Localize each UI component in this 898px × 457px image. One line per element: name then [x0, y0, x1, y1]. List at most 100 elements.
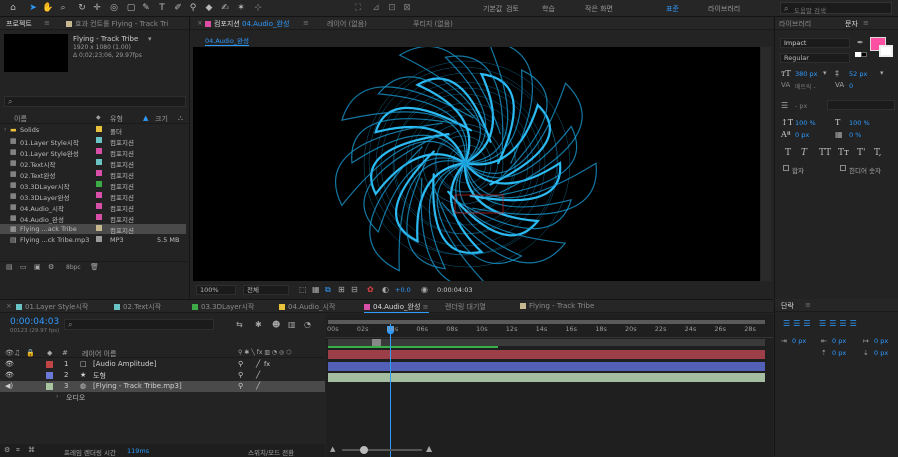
tab-paragraph[interactable]: 단락: [781, 301, 794, 311]
layer-name[interactable]: [Audio Amplitude]: [93, 360, 156, 368]
kerning-value[interactable]: 메트릭 -: [795, 82, 816, 91]
label-color-swatch[interactable]: [96, 148, 102, 154]
zoom-in-icon[interactable]: ▲: [426, 444, 432, 453]
current-time-indicator[interactable]: [390, 324, 391, 457]
layer-switches-icon[interactable]: ⚙: [4, 446, 10, 454]
pen-tool-icon[interactable]: ✎: [140, 2, 152, 14]
region-of-interest-icon[interactable]: ⬚: [299, 285, 307, 294]
superscript-button[interactable]: T': [857, 148, 865, 158]
snap-edges-icon[interactable]: ⊠: [401, 2, 413, 14]
column-layer-name[interactable]: 레이어 이름: [82, 349, 116, 359]
work-area-bar[interactable]: [328, 339, 765, 346]
zoom-thumb[interactable]: [360, 446, 368, 454]
frame-blending-icon[interactable]: ▥: [288, 320, 296, 329]
default-black-swatch[interactable]: [861, 52, 867, 57]
project-item[interactable]: ▦ 02.Text시작 컴포지션: [0, 158, 186, 169]
project-item[interactable]: ▦ 01.Layer Style완성 컴포지션: [0, 147, 186, 158]
chevron-down-icon[interactable]: ▾: [880, 69, 884, 77]
column-name[interactable]: 이름: [14, 114, 27, 124]
audio-toggle-icon[interactable]: ◀): [5, 382, 13, 390]
mask-visibility-icon[interactable]: ⧉: [325, 285, 331, 295]
hand-tool-icon[interactable]: ✋: [42, 2, 54, 14]
project-item[interactable]: ▦ 04.Audio_완성 컴포지션: [0, 213, 186, 224]
label-color-swatch[interactable]: [96, 236, 102, 242]
transparency-grid-icon[interactable]: ▦: [312, 285, 320, 294]
timeline-tab[interactable]: Flying - Track Tribe: [520, 302, 594, 310]
label-color-swatch[interactable]: [96, 126, 102, 132]
panel-menu-icon[interactable]: ≡: [303, 19, 309, 27]
viewer-scrollbar[interactable]: [761, 47, 771, 281]
align-buttons[interactable]: ☰☰☰ ☰☰☰☰: [783, 319, 860, 328]
new-folder-icon[interactable]: ▭: [20, 263, 27, 271]
layer-label-swatch[interactable]: [46, 383, 53, 390]
column-size[interactable]: 크기: [155, 114, 168, 124]
chevron-down-icon[interactable]: ▾: [148, 35, 152, 43]
snapshot-icon[interactable]: ⊟: [351, 285, 358, 294]
comp-mini-flowchart-icon[interactable]: ⇆: [236, 320, 243, 329]
exposure-value[interactable]: +0.0: [395, 286, 411, 294]
workspace-standard[interactable]: 표준: [666, 4, 679, 14]
panel-menu-icon[interactable]: ≡: [805, 301, 811, 309]
tab-layer[interactable]: 레이어 (없음): [327, 19, 367, 29]
font-family-select[interactable]: Impact: [780, 38, 850, 48]
resolution-select[interactable]: 전체: [243, 285, 289, 295]
audio-property-group[interactable]: › 오디오: [0, 392, 325, 403]
panel-menu-icon[interactable]: ≡: [863, 19, 869, 27]
flowchart-icon[interactable]: ⛬: [178, 114, 183, 123]
vertical-scale-value[interactable]: 100 %: [795, 119, 816, 127]
subscript-button[interactable]: T,: [874, 148, 882, 158]
label-color-swatch[interactable]: [96, 214, 102, 220]
faux-bold-button[interactable]: T: [785, 148, 791, 158]
transfer-controls-icon[interactable]: ⌗: [16, 446, 20, 455]
project-item[interactable]: ▦ 03.3DLayer완성 컴포지션: [0, 191, 186, 202]
exposure-icon[interactable]: ◐: [382, 285, 389, 294]
zoom-tool-icon[interactable]: ⌕: [57, 2, 69, 14]
layer-name[interactable]: [Flying - Track Tribe.mp3]: [93, 382, 182, 390]
local-axis-mode-icon[interactable]: ⊹: [252, 2, 264, 14]
expand-arrow-icon[interactable]: ›: [4, 126, 6, 133]
workspace-small-screen[interactable]: 작은 화면: [585, 4, 613, 14]
shy-icon[interactable]: ⚲: [238, 382, 243, 390]
shy-icon[interactable]: ⚲: [238, 371, 243, 379]
timeline-tab[interactable]: 렌더링 대기열: [445, 302, 486, 312]
clone-stamp-tool-icon[interactable]: ⚲: [187, 2, 199, 14]
label-color-swatch[interactable]: [96, 170, 102, 176]
eye-icon[interactable]: 👁: [5, 371, 14, 379]
tab-composition[interactable]: 컴포지션 04.Audio_완성: [205, 19, 289, 29]
type-tool-icon[interactable]: T: [156, 2, 168, 14]
tracking-value[interactable]: 0: [849, 82, 853, 90]
layer-row[interactable]: 👁 2 ★ 도형 ⚲ ╱: [0, 370, 325, 381]
layer-label-swatch[interactable]: [46, 372, 53, 379]
zoom-out-icon[interactable]: ▲: [330, 445, 335, 453]
color-channels-icon[interactable]: ✿: [367, 285, 374, 294]
project-item[interactable]: › ▬ Solids 폴더: [0, 125, 186, 136]
label-column-icon[interactable]: ◆: [96, 114, 101, 121]
camera-snapshot-icon[interactable]: ◉: [421, 285, 428, 294]
quality-icon[interactable]: ╱: [256, 360, 260, 368]
viewer-timecode[interactable]: 0:00:04:03: [437, 286, 473, 294]
stroke-width-value[interactable]: - px: [795, 102, 807, 110]
expand-arrow-icon[interactable]: ›: [56, 393, 58, 400]
guides-icon[interactable]: ⊞: [338, 285, 345, 294]
project-item[interactable]: ▦ 01.Layer Style시작 컴포지션: [0, 136, 186, 147]
hindi-digits-checkbox[interactable]: [840, 165, 846, 171]
close-icon[interactable]: ×: [6, 302, 12, 310]
motion-blur-icon[interactable]: ◔: [304, 320, 311, 329]
tab-character[interactable]: 문자: [845, 19, 858, 29]
project-item[interactable]: ▦ 03.3DLayer시작 컴포지션: [0, 180, 186, 191]
project-item[interactable]: ▦ Flying ...ack Tribe 컴포지션: [0, 224, 186, 235]
zoom-track[interactable]: [342, 449, 422, 451]
selection-tool-icon[interactable]: ➤: [27, 2, 39, 14]
space-after-value[interactable]: 0 px: [874, 349, 888, 357]
delete-icon[interactable]: 🗑: [90, 263, 99, 271]
roto-brush-tool-icon[interactable]: ✍: [219, 2, 231, 14]
first-line-indent-value[interactable]: 0 px: [874, 337, 888, 345]
tab-footage[interactable]: 푸티지 (없음): [413, 19, 453, 29]
zoom-select[interactable]: 100%: [196, 285, 236, 295]
project-settings-icon[interactable]: ⚙: [48, 263, 54, 271]
label-color-swatch[interactable]: [96, 225, 102, 231]
snap-toggle-icon[interactable]: ⛶: [352, 2, 364, 14]
timeline-tab[interactable]: 04.Audio_시작: [279, 302, 335, 312]
tab-libraries[interactable]: 라이브러리: [779, 19, 811, 29]
all-caps-button[interactable]: TT: [819, 148, 831, 158]
